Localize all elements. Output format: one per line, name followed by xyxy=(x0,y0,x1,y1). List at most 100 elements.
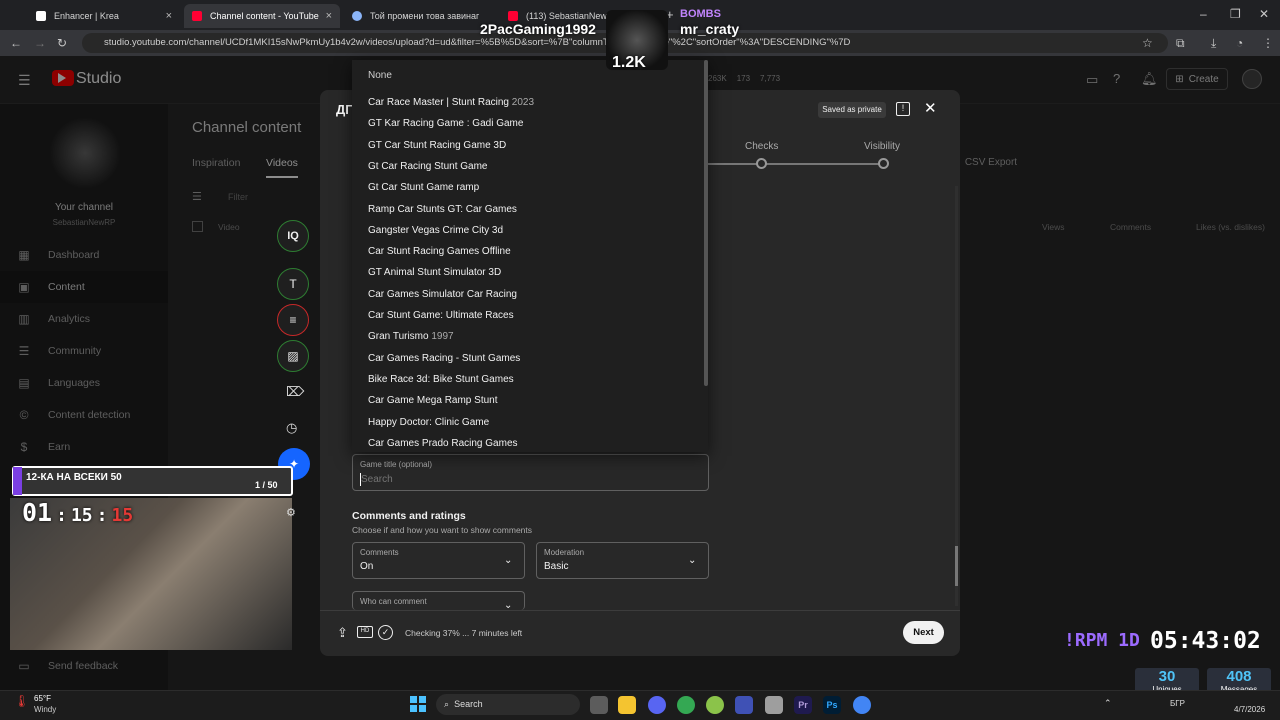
settings-icon[interactable]: ⚙ xyxy=(286,506,296,519)
dropdown-option[interactable]: Gran Turismo 1997 xyxy=(368,331,454,342)
dropdown-option[interactable]: Car Stunt Racing Games Offline xyxy=(368,246,511,257)
dialog-title: ДГ xyxy=(336,102,353,117)
dialog-scrollbar-thumb[interactable] xyxy=(955,546,958,586)
overlay-timer: 01:15:15 xyxy=(22,498,134,527)
comments-value: On xyxy=(360,561,374,572)
dropdown-option[interactable]: Car Games Prado Racing Games xyxy=(368,438,518,449)
text-icon: T xyxy=(289,277,297,291)
dropdown-option[interactable]: Car Games Simulator Car Racing xyxy=(368,289,517,300)
taskbar-date[interactable]: 4/7/2026 xyxy=(1234,705,1265,714)
overlay-goal-text: 12-КА НА ВСЕКИ 50 xyxy=(26,472,122,483)
dropdown-scrollbar-thumb[interactable] xyxy=(704,60,708,386)
dropdown-option[interactable]: Car Games Racing - Stunt Games xyxy=(368,353,520,364)
close-window-icon[interactable]: ✕ xyxy=(1259,7,1269,21)
overlay-goal-progress: 1 / 50 xyxy=(255,480,278,490)
lines-icon: ≡ xyxy=(289,313,297,327)
krea-icon xyxy=(36,11,46,21)
menu-icon[interactable]: ⋮ xyxy=(1262,36,1274,50)
overlay-bombs-label: BOMBS xyxy=(680,8,721,20)
who-can-comment-label: Who can comment xyxy=(360,597,427,606)
dropdown-option[interactable]: GT Animal Stunt Simulator 3D xyxy=(368,267,501,278)
upload-icon[interactable]: ⇪ xyxy=(337,625,348,641)
next-button[interactable]: Next xyxy=(903,621,944,644)
comments-label: Comments xyxy=(360,548,399,557)
weather-icon[interactable]: 🌡︎ xyxy=(14,694,29,708)
file-explorer-icon[interactable] xyxy=(618,696,636,714)
dropdown-option[interactable]: Car Stunt Game: Ultimate Races xyxy=(368,310,514,321)
tab-enhancer[interactable]: Enhancer | Krea × xyxy=(28,4,180,28)
forward-icon[interactable]: → xyxy=(34,36,46,50)
dropdown-option[interactable]: GT Kar Racing Game : Gadi Game xyxy=(368,118,523,129)
extensions-icon[interactable]: ⧉ xyxy=(1176,36,1185,51)
upload-status: Checking 37% ... 7 minutes left xyxy=(405,628,523,638)
chrome-profile-icon[interactable] xyxy=(706,696,724,714)
game-title-input[interactable] xyxy=(360,473,700,486)
thumbnail-tool-button[interactable]: ▨ xyxy=(277,340,309,372)
overlay-goal-fill xyxy=(13,467,22,495)
youtube-icon xyxy=(192,11,202,21)
overlay-follower-2: mr_craty xyxy=(680,21,740,37)
dropdown-option[interactable]: Car Game Mega Ramp Stunt xyxy=(368,395,498,406)
overlay-rpm-timer: 05:43:02 xyxy=(1150,628,1261,654)
image-icon: ▨ xyxy=(287,349,299,363)
bookmark-star-icon[interactable]: ☆ xyxy=(1142,36,1153,50)
close-icon[interactable]: × xyxy=(166,10,172,22)
clock-icon[interactable]: ◷ xyxy=(286,420,297,436)
minimize-icon[interactable]: – xyxy=(1200,7,1207,21)
dropdown-option[interactable]: Bike Race 3d: Bike Stunt Games xyxy=(368,374,514,385)
photoshop-icon[interactable]: Ps xyxy=(823,696,841,714)
dropdown-option[interactable]: None xyxy=(368,70,392,81)
windows-start-icon[interactable] xyxy=(410,696,426,712)
discord-icon[interactable] xyxy=(648,696,666,714)
description-tool-button[interactable]: ≡ xyxy=(277,304,309,336)
chevron-down-icon: ⌄ xyxy=(688,555,697,566)
dropdown-option[interactable]: Car Race Master | Stunt Racing 2023 xyxy=(368,97,534,108)
app-icon[interactable] xyxy=(735,696,753,714)
close-icon[interactable]: × xyxy=(326,10,332,22)
comments-section-title: Comments and ratings xyxy=(352,510,466,522)
report-icon[interactable]: ! xyxy=(896,102,910,116)
checks-icon[interactable]: ✓ xyxy=(378,625,393,640)
language-indicator[interactable]: БГР xyxy=(1170,699,1185,708)
weather-temp[interactable]: 65°F xyxy=(34,694,51,703)
hd-icon[interactable]: HD xyxy=(357,626,373,638)
dropdown-options: None Car Race Master | Stunt Racing 2023 G… xyxy=(352,60,702,452)
taskbar-search[interactable]: ⌕ Search xyxy=(436,694,580,715)
close-dialog-icon[interactable]: ✕ xyxy=(924,99,937,117)
step-checks[interactable]: Checks xyxy=(745,141,778,152)
weather-desc: Windy xyxy=(34,705,57,714)
youtube-icon xyxy=(508,11,518,21)
dropdown-option[interactable]: Happy Doctor: Clinic Game xyxy=(368,417,489,428)
profile-icon[interactable]: ◔ xyxy=(1236,36,1243,50)
title-tool-button[interactable]: T xyxy=(277,268,309,300)
task-view-icon[interactable] xyxy=(590,696,608,714)
overlay-count-badge: 1.2K xyxy=(612,54,646,71)
tray-chevron-icon[interactable]: ⌃ xyxy=(1104,698,1112,709)
windows-taskbar xyxy=(0,690,1280,720)
dialog-scrollbar-track[interactable] xyxy=(955,186,958,606)
dropdown-option[interactable]: Gt Car Racing Stunt Game xyxy=(368,161,488,172)
tab-channel-content[interactable]: Channel content - YouTube Studio × xyxy=(184,4,340,28)
premiere-icon[interactable]: Pr xyxy=(794,696,812,714)
tags-icon[interactable]: ⌦ xyxy=(286,384,304,400)
dropdown-option[interactable]: Gt Car Stunt Game ramp xyxy=(368,182,479,193)
comments-section-desc: Choose if and how you want to show comme… xyxy=(352,525,533,535)
chrome-icon[interactable] xyxy=(677,696,695,714)
step-visibility[interactable]: Visibility xyxy=(864,141,900,152)
tab-video[interactable]: Той промени това завинаги - YouTube xyxy=(344,4,496,28)
download-icon[interactable]: ⤓ xyxy=(1211,36,1216,51)
dropdown-option[interactable]: Ramp Car Stunts GT: Car Games xyxy=(368,204,517,215)
game-title-label: Game title (optional) xyxy=(360,460,433,469)
back-icon[interactable]: ← xyxy=(10,36,22,50)
chrome-active-icon[interactable] xyxy=(853,696,871,714)
iq-tool-button[interactable]: IQ xyxy=(277,220,309,252)
maximize-icon[interactable]: ❐ xyxy=(1230,7,1241,21)
stepper-line xyxy=(708,163,884,165)
game-app-icon[interactable] xyxy=(765,696,783,714)
search-icon: ⌕ xyxy=(444,699,450,709)
dropdown-option[interactable]: Gangster Vegas Crime City 3d xyxy=(368,225,503,236)
reload-icon[interactable]: ↻ xyxy=(57,36,67,50)
dropdown-option[interactable]: GT Car Stunt Racing Game 3D xyxy=(368,140,506,151)
moderation-value: Basic xyxy=(544,561,569,572)
step-checks-dot xyxy=(756,158,767,169)
